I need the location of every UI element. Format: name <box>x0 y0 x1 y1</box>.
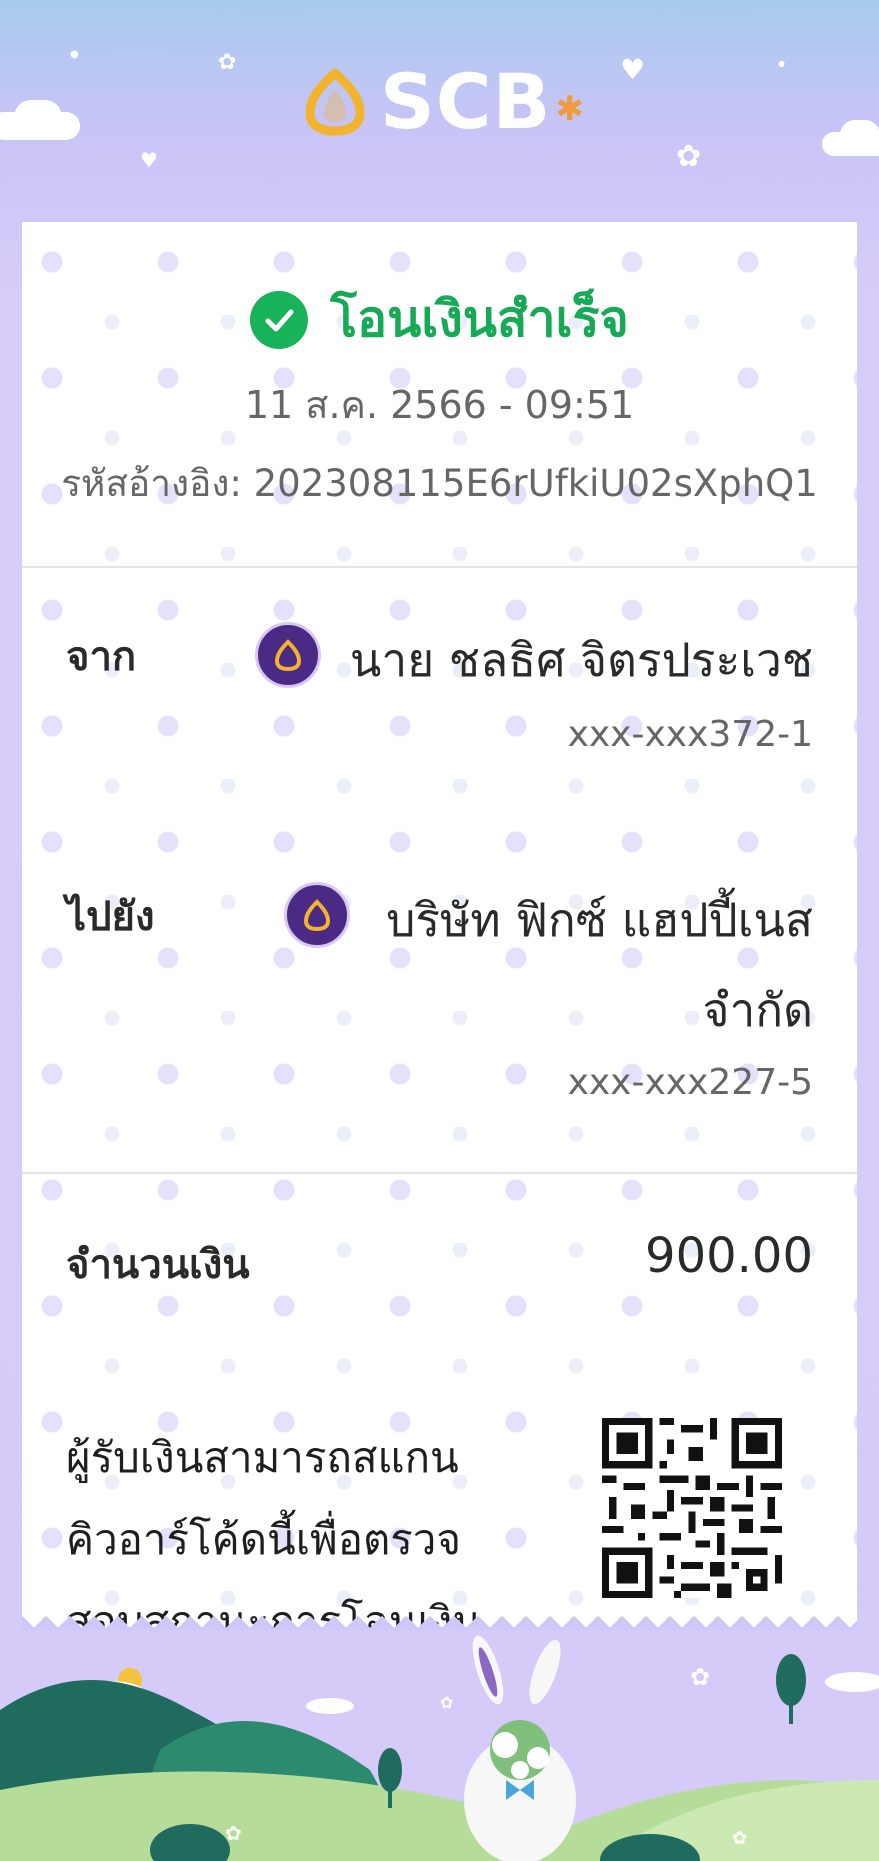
svg-text:✿: ✿ <box>440 1693 453 1712</box>
from-label: จาก <box>66 634 137 680</box>
star-icon: ✱ <box>555 89 584 129</box>
svg-text:✿: ✿ <box>225 1821 242 1845</box>
to-label: ไปยัง <box>66 894 155 940</box>
flower-icon: ✿ <box>676 139 702 174</box>
divider <box>22 1172 857 1174</box>
recipient-name-line2: จำกัด <box>702 983 813 1037</box>
decorative-landscape: ✿ ✿ ✿ ✿ <box>0 1630 879 1861</box>
heart-icon: ♥ <box>140 148 158 172</box>
qr-instruction: ผู้รับเงินสามารถสแกน คิวอาร์โค้ดนี้เพื่อ… <box>66 1417 506 1640</box>
flower-icon: ✿ <box>218 50 237 75</box>
dot-icon: ● <box>778 59 785 68</box>
transaction-datetime: 11 ส.ค. 2566 - 09:51 <box>244 383 635 427</box>
header: ✿ ✿ ♥ ♥ ● ● SCB ✱ <box>0 0 879 222</box>
brand-name: SCB <box>380 57 552 146</box>
amount-value: 900.00 <box>645 1228 813 1284</box>
bank-logo-icon <box>284 882 350 948</box>
svg-text:✿: ✿ <box>690 1663 710 1691</box>
heart-icon: ♥ <box>620 53 646 86</box>
sender-name: นาย ชลธิศ จิตรประเวช <box>349 633 813 687</box>
verification-qr-code[interactable] <box>602 1418 782 1598</box>
scb-logo-icon <box>305 68 365 136</box>
amount-label: จำนวนเงิน <box>66 1242 250 1288</box>
recipient-name-line1: บริษัท ฟิกซ์ แฮปปี้เนส <box>386 893 813 947</box>
reference-number: รหัสอ้างอิง: 202308115E6rUfkiU02sXphQ1 <box>61 462 818 505</box>
divider <box>22 566 857 568</box>
status-title: โอนเงินสำเร็จ <box>330 290 629 348</box>
qr-instruction-line: คิวอาร์โค้ดนี้เพื่อตรวจ <box>66 1515 461 1564</box>
svg-text:✿: ✿ <box>732 1828 747 1849</box>
cloud-decoration <box>14 100 62 134</box>
status-row: โอนเงินสำเร็จ <box>22 280 857 359</box>
recipient-account: xxx-xxx227-5 <box>567 1062 813 1103</box>
scb-logo: SCB ✱ <box>300 62 584 142</box>
qr-instruction-line: ผู้รับเงินสามารถสแกน <box>66 1433 459 1482</box>
cloud-decoration <box>840 120 879 150</box>
check-circle-icon <box>250 290 309 349</box>
dot-icon: ● <box>70 49 79 60</box>
receipt-card: โอนเงินสำเร็จ 11 ส.ค. 2566 - 09:51 รหัสอ… <box>22 222 857 1640</box>
sender-account: xxx-xxx372-1 <box>567 714 813 755</box>
bank-logo-icon <box>255 622 321 688</box>
